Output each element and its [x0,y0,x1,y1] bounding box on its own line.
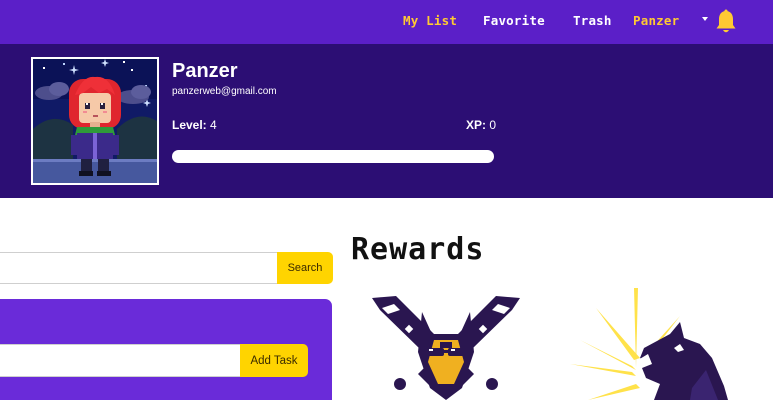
xp-label: XP: [466,118,487,132]
top-navbar: My List Favorite Trash Panzer [0,0,773,44]
nav-user-menu[interactable]: Panzer [633,13,679,28]
nav-favorite-link[interactable]: Favorite [483,13,545,28]
bell-icon[interactable] [714,9,738,35]
nav-my-list-link[interactable]: My List [403,13,457,28]
crossed-blades-wolf-badge-icon [366,292,526,400]
level-value: 4 [210,118,217,132]
profile-header: Panzer panzerweb@gmail.com Level: 4 XP: … [0,44,773,198]
nav-trash-link[interactable]: Trash [573,13,612,28]
add-task-card: Add Task [0,299,332,400]
profile-level: Level: 4 [172,118,217,132]
xp-progress-bar [172,150,494,163]
profile-email: panzerweb@gmail.com [172,86,277,97]
avatar [31,57,159,185]
task-input[interactable] [0,344,242,377]
profile-name: Panzer [172,60,238,82]
level-label: Level: [172,118,207,132]
chevron-down-icon[interactable] [702,17,708,21]
xp-value: 0 [489,118,497,132]
profile-xp: XP: 0 [466,118,496,132]
rewards-title: Rewards [351,232,485,267]
search-input[interactable] [0,252,278,284]
search-button[interactable]: Search [277,252,333,284]
add-task-button[interactable]: Add Task [240,344,308,377]
howling-wolf-badge-icon [562,288,737,400]
